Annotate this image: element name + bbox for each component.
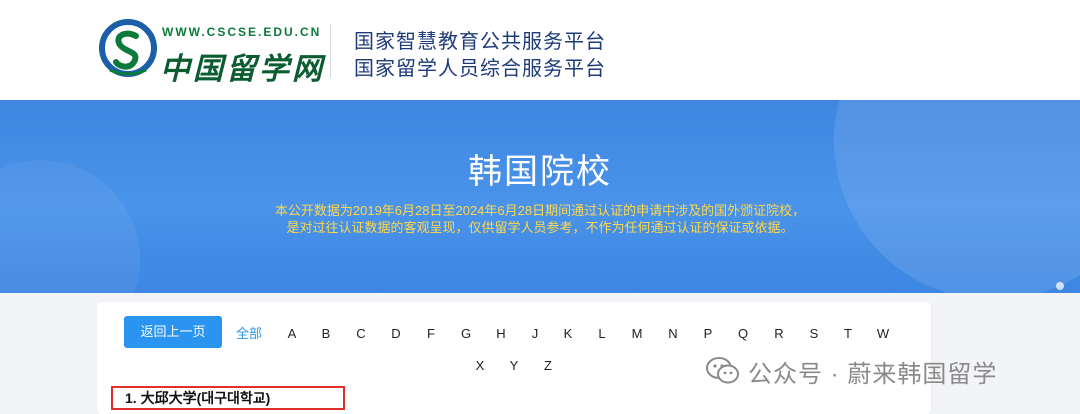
- site-header: WWW.CSCSE.EDU.CN 中国留学网 国家智慧教育公共服务平台 国家留学…: [0, 0, 1080, 101]
- letter-filter-k[interactable]: K: [556, 326, 580, 342]
- back-button[interactable]: 返回上一页: [124, 316, 222, 348]
- letter-filter-m[interactable]: M: [625, 326, 649, 342]
- letter-filter-l[interactable]: L: [590, 326, 614, 342]
- letter-filter-h[interactable]: H: [489, 326, 513, 342]
- letter-filter-t[interactable]: T: [836, 326, 860, 342]
- header-divider: [330, 24, 331, 78]
- letter-filter-q[interactable]: Q: [731, 326, 755, 342]
- school-item-highlighted[interactable]: 1. 大邱大学(대구대학교): [111, 386, 345, 410]
- filter-all[interactable]: 全部: [234, 326, 264, 342]
- letter-filter-b[interactable]: B: [314, 326, 338, 342]
- letter-filter-s[interactable]: S: [802, 326, 826, 342]
- letter-filter-r[interactable]: R: [767, 326, 791, 342]
- letter-filter-x[interactable]: X: [468, 358, 492, 374]
- letter-filter-j[interactable]: J: [523, 326, 547, 342]
- letter-filter-d[interactable]: D: [384, 326, 408, 342]
- platform-title-2: 国家留学人员综合服务平台: [354, 58, 606, 80]
- letter-filter-g[interactable]: G: [454, 326, 478, 342]
- letter-filter-w[interactable]: W: [871, 326, 895, 342]
- banner-decoration-circle: [834, 100, 1080, 293]
- page-title: 韩国院校: [468, 153, 612, 191]
- banner-description-line2: 是对过往认证数据的客观呈现，仅供留学人员参考，不作为任何通过认证的保证或依据。: [286, 220, 794, 235]
- letter-filter-f[interactable]: F: [419, 326, 443, 342]
- hero-banner: 韩国院校 本公开数据为2019年6月28日至2024年6月28日期间通过认证的申…: [0, 100, 1080, 293]
- wechat-icon: [706, 357, 739, 384]
- letter-filter-a[interactable]: A: [280, 326, 304, 342]
- banner-decoration-dot: [1056, 282, 1064, 290]
- watermark-text: 公众号 · 蔚来韩国留学: [748, 360, 998, 388]
- letter-filter-c[interactable]: C: [349, 326, 373, 342]
- letter-filter-y[interactable]: Y: [502, 358, 526, 374]
- letter-filter-z[interactable]: Z: [536, 358, 560, 374]
- logo-name-text: 中国留学网: [160, 52, 325, 87]
- letter-filter-n[interactable]: N: [661, 326, 685, 342]
- cscse-logo[interactable]: WWW.CSCSE.EDU.CN 中国留学网: [96, 18, 336, 87]
- wechat-watermark: 公众号 · 蔚来韩国留学: [706, 353, 997, 389]
- logo-url-text: WWW.CSCSE.EDU.CN: [162, 25, 322, 39]
- letter-filter-p[interactable]: P: [696, 326, 720, 342]
- cscse-logo-icon: [99, 19, 157, 77]
- platform-title-1: 国家智慧教育公共服务平台: [354, 31, 606, 53]
